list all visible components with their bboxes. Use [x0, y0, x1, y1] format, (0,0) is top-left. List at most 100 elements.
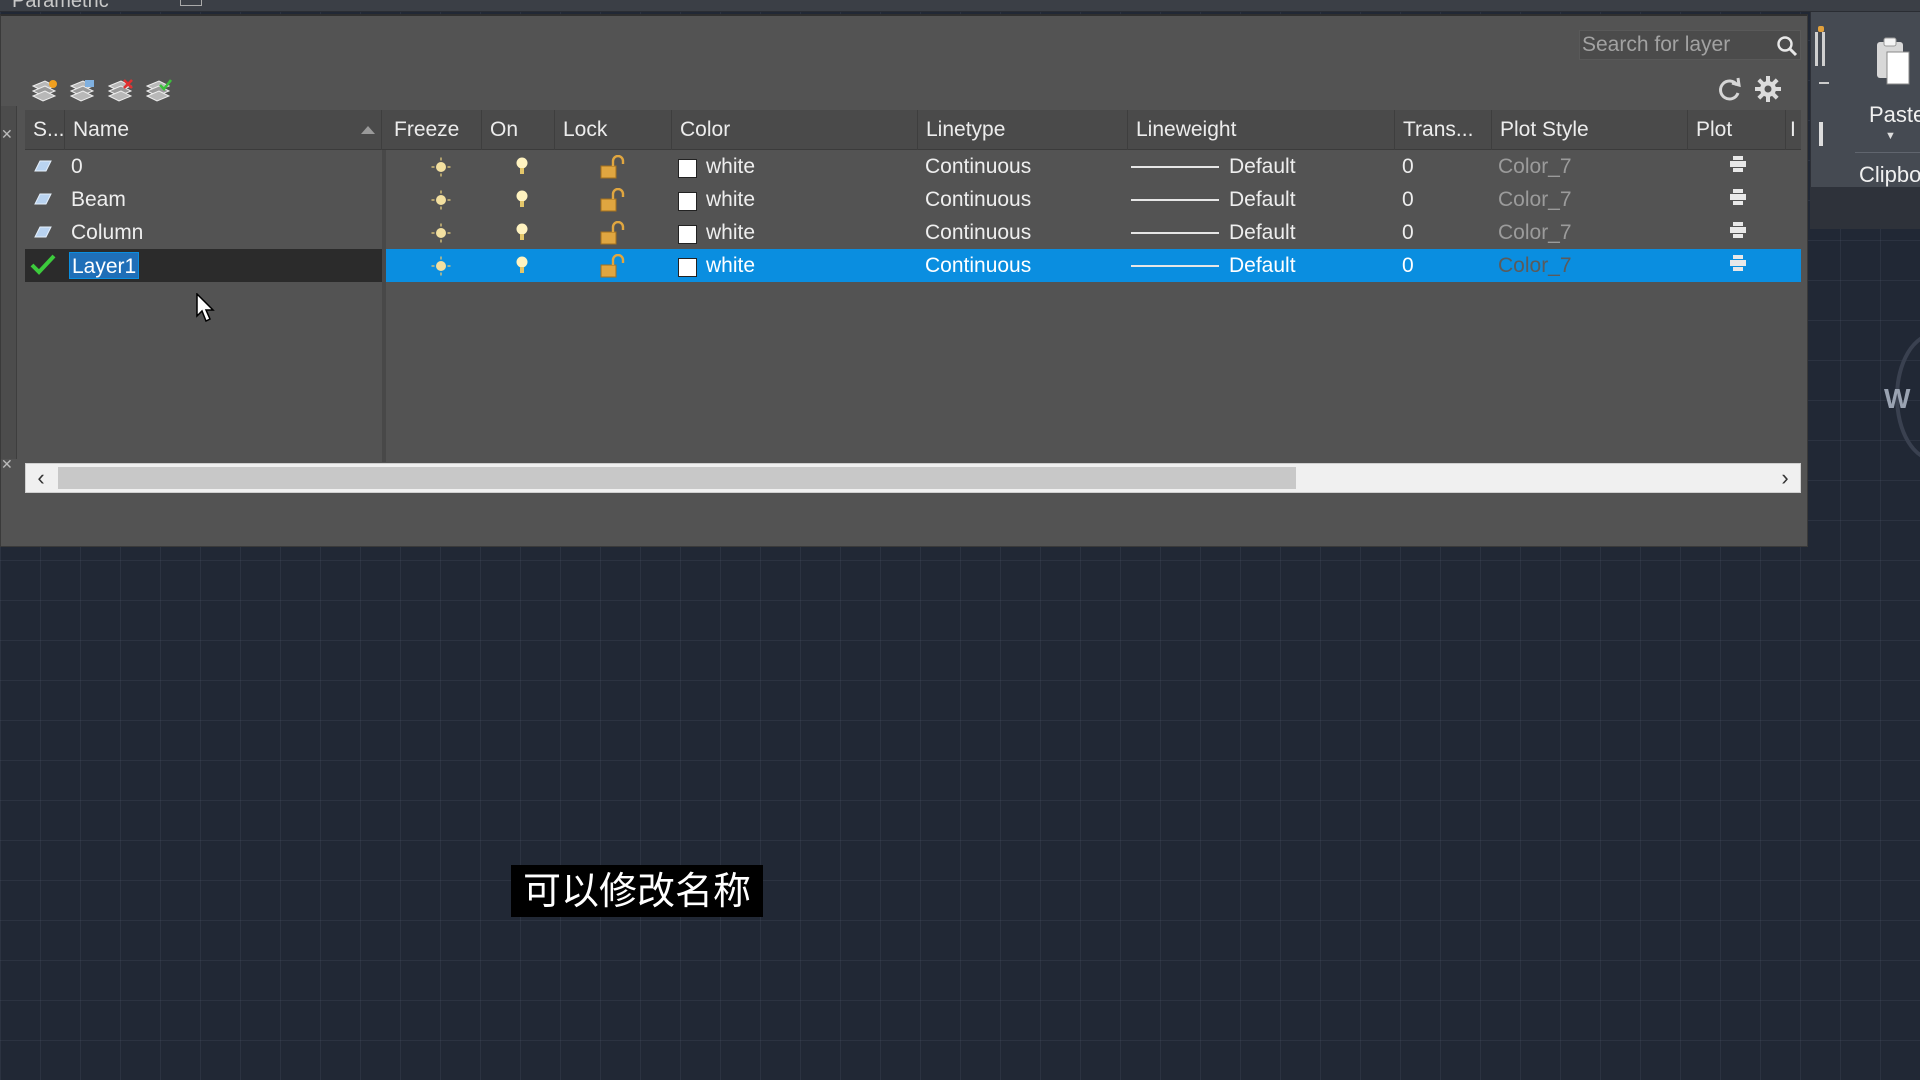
ribbon-bottom-bar	[1810, 187, 1920, 229]
refresh-icon[interactable]	[1715, 76, 1743, 104]
column-header-status[interactable]: S...	[25, 110, 65, 150]
set-current-layer-icon[interactable]	[143, 76, 173, 104]
freeze-sun-icon[interactable]	[431, 157, 451, 177]
lineweight-sample-line	[1131, 166, 1219, 168]
layer-name-edit-field[interactable]: Layer1	[69, 252, 140, 279]
layer-lineweight[interactable]: Default	[1229, 150, 1296, 183]
column-header-lineweight[interactable]: Lineweight	[1128, 110, 1395, 150]
ribbon-separator	[1855, 152, 1920, 153]
column-header-name[interactable]: Name	[65, 110, 382, 150]
layer-row[interactable]: Column white Continuous Default 0 Color_7	[25, 216, 1801, 249]
layer-transparency[interactable]: 0	[1402, 183, 1414, 216]
on-lightbulb-icon[interactable]	[515, 255, 529, 277]
collapse-icon[interactable]: ✕	[1, 456, 13, 473]
unlock-icon[interactable]	[599, 254, 627, 278]
color-swatch[interactable]	[678, 258, 697, 277]
paste-label: Paste	[1869, 102, 1920, 127]
column-header-plot[interactable]: Plot	[1688, 110, 1786, 150]
scroll-left-icon[interactable]: ‹	[26, 464, 56, 492]
plot-printer-icon[interactable]	[1729, 221, 1747, 239]
plot-printer-icon[interactable]	[1729, 188, 1747, 206]
unlock-icon[interactable]	[599, 155, 627, 179]
ribbon-tool-icon-2[interactable]	[1819, 122, 1823, 146]
layer-name[interactable]: Column	[71, 216, 143, 249]
freeze-sun-icon[interactable]	[431, 223, 451, 243]
viewcube-west-label[interactable]: W	[1884, 383, 1910, 415]
layer-lineweight[interactable]: Default	[1229, 183, 1296, 216]
search-icon[interactable]	[1776, 35, 1798, 57]
layer-color-name[interactable]: white	[706, 249, 755, 282]
layer-lineweight[interactable]: Default	[1229, 249, 1296, 282]
ribbon-panel-toggle[interactable]	[180, 0, 202, 6]
ribbon-tool-icon[interactable]	[1815, 26, 1825, 66]
column-header-on[interactable]: On	[482, 110, 555, 150]
lineweight-sample-line	[1131, 199, 1219, 201]
horizontal-scrollbar[interactable]: ‹ ›	[25, 463, 1801, 493]
on-lightbulb-icon[interactable]	[515, 156, 529, 178]
unlock-icon[interactable]	[599, 188, 627, 212]
color-swatch[interactable]	[678, 159, 697, 178]
layer-color-name[interactable]: white	[706, 216, 755, 249]
ribbon-clipboard-panel: Paste ▼ Clipbo	[1810, 12, 1920, 187]
close-icon[interactable]: ✕	[1, 126, 13, 143]
search-input[interactable]	[1580, 31, 1770, 59]
column-header-freeze[interactable]: Freeze	[382, 110, 482, 150]
column-header-plot-style[interactable]: Plot Style	[1492, 110, 1688, 150]
gear-icon[interactable]	[1753, 74, 1783, 104]
palette-side-strip[interactable]: ✕ ✕	[1, 106, 17, 472]
on-lightbulb-icon[interactable]	[515, 189, 529, 211]
layer-status-icon[interactable]	[33, 225, 53, 239]
layer-transparency[interactable]: 0	[1402, 216, 1414, 249]
ribbon-tab-parametric[interactable]: Parametric	[12, 0, 109, 13]
on-lightbulb-icon[interactable]	[515, 222, 529, 244]
unlock-icon[interactable]	[599, 221, 627, 245]
freeze-sun-icon[interactable]	[431, 256, 451, 276]
video-subtitle: 可以修改名称	[511, 865, 764, 917]
plot-printer-icon[interactable]	[1729, 155, 1747, 173]
layer-row[interactable]: Layer1 white Continuous Default 0 Color_7	[25, 249, 1801, 282]
new-layer-icon[interactable]	[29, 76, 59, 104]
delete-layer-icon[interactable]	[105, 76, 135, 104]
column-header-more[interactable]: I	[1786, 110, 1801, 150]
plot-printer-icon[interactable]	[1729, 254, 1747, 272]
layer-transparency[interactable]: 0	[1402, 249, 1414, 282]
scrollbar-thumb[interactable]	[58, 467, 1296, 489]
color-swatch[interactable]	[678, 192, 697, 211]
layer-name[interactable]: Beam	[71, 183, 126, 216]
ribbon-dash	[1819, 82, 1829, 84]
layer-linetype[interactable]: Continuous	[925, 249, 1031, 282]
freeze-sun-icon[interactable]	[431, 190, 451, 210]
layer-color-name[interactable]: white	[706, 150, 755, 183]
layer-linetype[interactable]: Continuous	[925, 216, 1031, 249]
column-header-linetype[interactable]: Linetype	[918, 110, 1128, 150]
color-swatch[interactable]	[678, 225, 697, 244]
layer-linetype[interactable]: Continuous	[925, 183, 1031, 216]
layer-lineweight[interactable]: Default	[1229, 216, 1296, 249]
layer-properties-manager: ✕ ✕ Search for layer S... Name Freeze On…	[0, 14, 1808, 547]
layer-plot-style: Color_7	[1498, 155, 1572, 178]
layer-status-icon[interactable]	[33, 159, 53, 173]
layer-row[interactable]: 0 white Continuous Default 0 Color_7	[25, 150, 1801, 183]
chevron-down-icon[interactable]: ▼	[1885, 130, 1896, 142]
clipboard-panel-label: Clipbo	[1859, 162, 1920, 187]
current-layer-check-icon[interactable]	[29, 251, 57, 279]
layer-transparency[interactable]: 0	[1402, 150, 1414, 183]
layer-row[interactable]: Beam white Continuous Default 0 Color_7	[25, 183, 1801, 216]
column-header-transparency[interactable]: Trans...	[1395, 110, 1492, 150]
column-header-color[interactable]: Color	[672, 110, 918, 150]
new-layer-vp-frozen-icon[interactable]	[67, 76, 97, 104]
sort-ascending-icon	[361, 126, 375, 134]
paste-button[interactable]: Paste ▼	[1861, 24, 1920, 144]
layer-color-name[interactable]: white	[706, 183, 755, 216]
layer-plot-style: Color_7	[1498, 221, 1572, 244]
paste-icon	[1877, 37, 1910, 85]
layer-status-icon[interactable]	[33, 192, 53, 206]
mouse-pointer-icon	[196, 293, 215, 323]
layer-table-header: S... Name Freeze On Lock Color Linetype …	[25, 110, 1801, 150]
column-header-lock[interactable]: Lock	[555, 110, 672, 150]
scroll-right-icon[interactable]: ›	[1770, 464, 1800, 492]
layer-linetype[interactable]: Continuous	[925, 150, 1031, 183]
lineweight-sample-line	[1131, 265, 1219, 267]
layer-plot-style: Color_7	[1498, 188, 1572, 211]
layer-name[interactable]: 0	[71, 150, 83, 183]
